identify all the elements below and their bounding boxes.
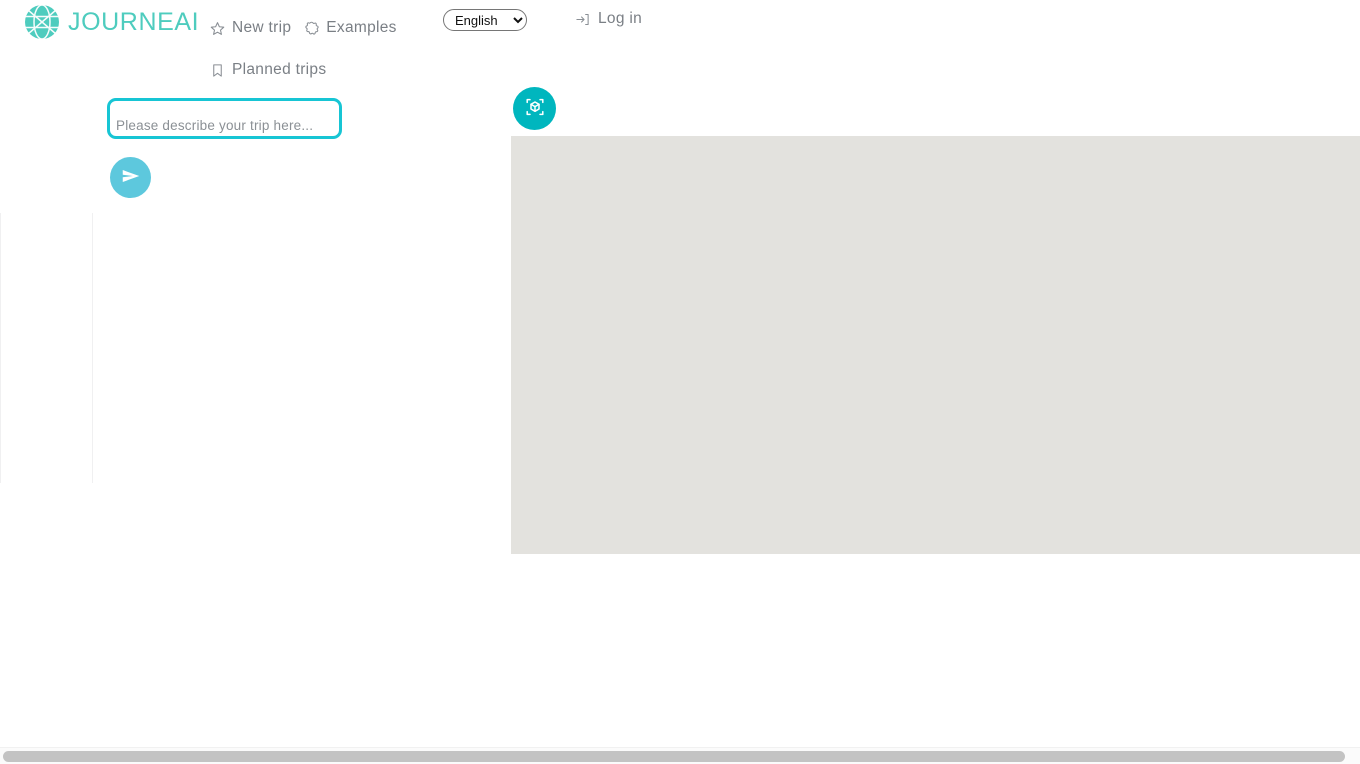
trip-prompt-box[interactable] — [107, 98, 342, 139]
main-nav: New trip Examples Planned trips — [210, 7, 425, 91]
nav-item-planned-trips[interactable]: Planned trips — [210, 61, 326, 79]
nav-item-label: Planned trips — [232, 61, 327, 78]
app-header: JOURNEAI New trip Examples Planned trips… — [0, 0, 1360, 84]
trip-prompt-container — [107, 98, 342, 139]
horizontal-scrollbar[interactable] — [0, 747, 1360, 764]
brand-logo-link[interactable]: JOURNEAI — [22, 2, 199, 42]
puzzle-star-icon — [304, 21, 319, 36]
nav-item-examples[interactable]: Examples — [304, 19, 396, 37]
nav-item-new-trip[interactable]: New trip — [210, 19, 291, 37]
nav-row-secondary: Planned trips — [210, 49, 425, 91]
login-label: Log in — [598, 10, 643, 27]
send-button[interactable] — [110, 157, 151, 198]
globe-icon — [22, 2, 62, 42]
cube-3d-icon — [523, 95, 547, 122]
nav-item-label: Examples — [326, 19, 397, 36]
brand-name: JOURNEAI — [68, 7, 200, 36]
send-paper-plane-icon — [120, 165, 142, 190]
login-button[interactable]: Log in — [575, 10, 642, 28]
trip-description-input[interactable] — [116, 118, 339, 133]
layout-divider-left — [0, 213, 1, 483]
3d-viewer-toggle-button[interactable] — [513, 87, 556, 130]
language-select[interactable]: English — [443, 9, 527, 31]
layout-divider-right — [92, 213, 93, 483]
nav-item-label: New trip — [232, 19, 292, 36]
login-arrow-icon — [575, 12, 590, 27]
bookmark-icon — [210, 63, 225, 78]
map-viewport[interactable] — [511, 136, 1360, 554]
horizontal-scrollbar-thumb[interactable] — [3, 751, 1345, 762]
star-icon — [210, 21, 225, 36]
nav-row-primary: New trip Examples — [210, 7, 425, 49]
app-root: JOURNEAI New trip Examples Planned trips… — [0, 0, 1360, 764]
